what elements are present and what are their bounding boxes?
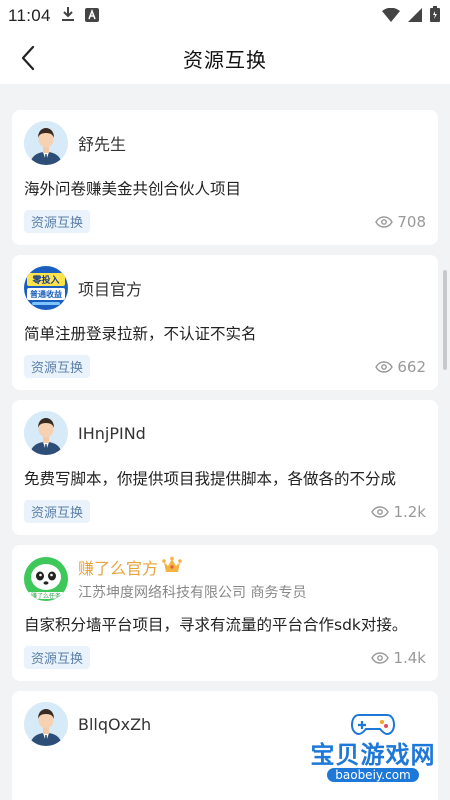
avatar[interactable] — [24, 411, 68, 455]
panda-app-avatar[interactable]: 赚了么任务 — [24, 556, 68, 601]
post-header: 零投入 普通收益 项目官方 — [24, 265, 426, 311]
post-card[interactable]: 零投入 普通收益 项目官方 简单注册登录拉新，不认证不实名 资源互换 662 — [12, 255, 438, 390]
avatar[interactable] — [24, 121, 68, 165]
author-subtitle: 江苏坤度网络科技有限公司 商务专员 — [78, 585, 307, 601]
gamepad-icon — [351, 714, 395, 735]
view-count: 1.4k — [371, 649, 426, 667]
nav-bar: 资源互换 — [0, 32, 450, 84]
author-name[interactable]: 赚了么官方 — [78, 555, 158, 579]
crown-icon — [162, 556, 182, 578]
post-footer: 资源互换 1.2k — [24, 500, 426, 523]
site-watermark: 宝贝游戏网 baobeiy.com — [308, 709, 438, 782]
eye-icon — [371, 505, 390, 518]
view-count: 1.2k — [371, 503, 426, 521]
back-button[interactable] — [12, 42, 44, 74]
post-content[interactable]: 海外问卷赚美金共创合伙人项目 — [24, 178, 426, 200]
category-tag[interactable]: 资源互换 — [24, 500, 91, 523]
author-name[interactable]: 项目官方 — [78, 276, 142, 300]
author-name[interactable]: 舒先生 — [78, 131, 126, 155]
view-count-value: 1.4k — [393, 648, 426, 667]
author-name[interactable]: IHnjPINd — [78, 424, 146, 443]
author-line: 赚了么官方 — [78, 555, 306, 579]
post-content[interactable]: 免费写脚本，你提供项目我提供脚本，各做各的不分成 — [24, 468, 426, 490]
category-tag[interactable]: 资源互换 — [24, 355, 91, 378]
author-block: 赚了么官方 江苏坤度网络科技有限公司 商务专员 — [78, 555, 306, 602]
author-name[interactable]: BllqOxZh — [78, 715, 151, 734]
avatar-logo-line2: 普通收益 — [30, 289, 62, 299]
post-header: 赚了么任务 赚了么官方 江苏坤度网络科技有限公司 商务专员 — [24, 555, 426, 602]
category-tag[interactable]: 资源互换 — [24, 210, 91, 233]
post-footer: 资源互换 1.4k — [24, 646, 426, 669]
status-time: 11:04 — [8, 6, 51, 25]
avatar-logo-line1: 零投入 — [31, 274, 59, 286]
status-left: 11:04 — [8, 6, 99, 26]
post-footer: 资源互换 708 — [24, 210, 426, 233]
category-tag[interactable]: 资源互换 — [24, 646, 91, 669]
signal-icon — [408, 7, 422, 26]
view-count: 662 — [375, 358, 426, 376]
post-card[interactable]: 舒先生 海外问卷赚美金共创合伙人项目 资源互换 708 — [12, 110, 438, 245]
eye-icon — [371, 651, 390, 664]
post-content[interactable]: 自家积分墙平台项目，寻求有流量的平台合作sdk对接。 — [24, 614, 426, 636]
post-card[interactable]: IHnjPINd 免费写脚本，你提供项目我提供脚本，各做各的不分成 资源互换 1… — [12, 400, 438, 535]
watermark-url: baobeiy.com — [327, 768, 419, 782]
view-count-value: 662 — [397, 357, 426, 376]
watermark-title: 宝贝游戏网 — [310, 741, 436, 769]
download-icon — [61, 6, 75, 26]
eye-icon — [375, 215, 394, 228]
status-right — [382, 6, 440, 26]
author-block: 舒先生 — [78, 131, 126, 155]
status-bar: 11:04 — [0, 0, 450, 32]
post-card[interactable]: 赚了么任务 赚了么官方 江苏坤度网络科技有限公司 商务专员 自家积分墙平台项目，… — [12, 545, 438, 681]
battery-icon — [430, 6, 440, 26]
post-header: IHnjPINd — [24, 410, 426, 456]
post-footer: 资源互换 662 — [24, 355, 426, 378]
page-title: 资源互换 — [183, 47, 267, 72]
avatar-caption: 赚了么任务 — [31, 592, 61, 600]
avatar[interactable] — [24, 702, 68, 746]
project-logo-avatar[interactable]: 零投入 普通收益 — [24, 266, 68, 310]
a-icon — [84, 7, 99, 26]
eye-icon — [375, 360, 394, 373]
wifi-icon — [382, 7, 400, 26]
author-block: IHnjPINd — [78, 424, 146, 443]
author-block: 项目官方 — [78, 276, 142, 300]
post-content[interactable]: 简单注册登录拉新，不认证不实名 — [24, 323, 426, 345]
back-arrow-icon — [21, 45, 35, 71]
author-block: BllqOxZh — [78, 715, 151, 734]
post-feed[interactable]: 舒先生 海外问卷赚美金共创合伙人项目 资源互换 708 零投入 普通收益 项目官… — [0, 84, 450, 800]
post-header: 舒先生 — [24, 120, 426, 166]
scrollbar[interactable] — [443, 270, 447, 370]
view-count-value: 1.2k — [393, 502, 426, 521]
view-count: 708 — [375, 213, 426, 231]
view-count-value: 708 — [397, 212, 426, 231]
